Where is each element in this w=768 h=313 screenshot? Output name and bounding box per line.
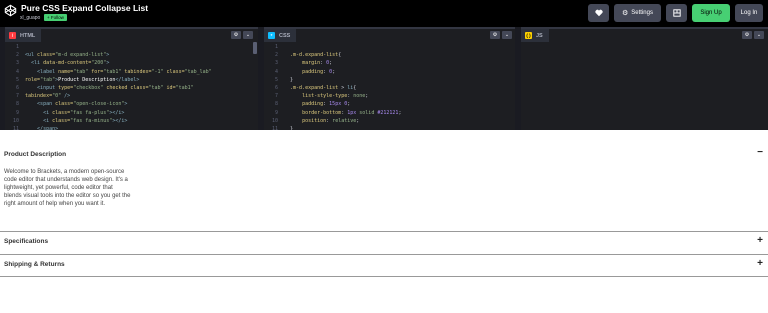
css-tab[interactable]: * CSS — [264, 29, 297, 42]
settings-label: Settings — [631, 10, 653, 16]
js-tab-label: JS — [536, 32, 543, 39]
css-code-lines: .m-d.expand-list{ margin: 0; padding: 0;… — [284, 52, 402, 130]
js-settings-icon[interactable]: ⚙ — [742, 31, 752, 39]
layout-icon — [672, 9, 681, 17]
html-collapse-icon[interactable]: ⌄ — [243, 31, 253, 39]
js-pane-controls: ⚙ ⌄ — [742, 31, 764, 39]
heart-icon — [594, 9, 603, 17]
expand-icon[interactable]: + — [757, 236, 763, 246]
css-collapse-icon[interactable]: ⌄ — [502, 31, 512, 39]
css-pane-controls: ⚙ ⌄ — [490, 31, 512, 39]
accordion-item-specifications[interactable]: Specifications + — [0, 232, 768, 254]
js-pane-header: ( ) JS ⚙ ⌄ — [521, 27, 768, 42]
css-editor-pane[interactable]: * CSS ⚙ ⌄ 1 2 3 4 5 6 7 8 9 10 11 .m-d.expand-list… — [264, 27, 515, 130]
top-bar: Pure CSS Expand Collapse List xl_guapo +… — [0, 0, 768, 27]
css-badge-icon: * — [268, 32, 275, 39]
html-tab-label: HTML — [20, 32, 36, 39]
collapse-icon[interactable]: − — [757, 148, 763, 158]
accordion-title: Specifications — [4, 238, 49, 245]
css-code[interactable]: 1 2 3 4 5 6 7 8 9 10 11 .m-d.expand-list{ margin: … — [264, 42, 515, 130]
author-name[interactable]: xl_guapo — [20, 15, 40, 21]
accordion-content: Welcome to Brackets, a modern open-sourc… — [4, 169, 131, 208]
settings-button[interactable]: ⚙ Settings — [614, 4, 661, 22]
js-code[interactable] — [521, 42, 768, 130]
js-tab[interactable]: ( ) JS — [521, 29, 549, 42]
html-pane-controls: ⚙ ⌄ — [231, 31, 253, 39]
accordion-divider — [0, 276, 768, 277]
html-pane-header: / HTML ⚙ ⌄ — [5, 27, 258, 42]
accordion-item-product-description[interactable]: Product Description − — [0, 140, 768, 160]
accordion-title: Product Description — [4, 151, 67, 158]
html-settings-icon[interactable]: ⚙ — [231, 31, 241, 39]
follow-button[interactable]: + Follow — [44, 14, 67, 21]
accordion-title: Shipping & Returns — [4, 261, 65, 268]
html-code-lines: <ul class="m-d expand-list"> <li data-md… — [25, 52, 212, 130]
css-settings-icon[interactable]: ⚙ — [490, 31, 500, 39]
love-button[interactable] — [588, 4, 609, 22]
expand-icon[interactable]: + — [757, 259, 763, 269]
accordion-item-shipping-returns[interactable]: Shipping & Returns + — [0, 255, 768, 276]
html-scrollbar[interactable] — [253, 42, 257, 54]
js-collapse-icon[interactable]: ⌄ — [754, 31, 764, 39]
html-badge-icon: / — [9, 32, 16, 39]
pen-title[interactable]: Pure CSS Expand Collapse List — [21, 3, 148, 13]
editor-area: / HTML ⚙ ⌄ 1 2 3 4 5 6 7 8 9 10 11 <ul class="m-d … — [0, 27, 768, 130]
change-view-button[interactable] — [666, 4, 687, 22]
html-editor-pane[interactable]: / HTML ⚙ ⌄ 1 2 3 4 5 6 7 8 9 10 11 <ul class="m-d … — [5, 27, 258, 130]
codepen-logo-icon[interactable] — [4, 4, 17, 17]
login-button[interactable]: Log In — [735, 4, 763, 22]
signup-button[interactable]: Sign Up — [692, 4, 730, 22]
html-line-numbers: 1 2 3 4 5 6 7 8 9 10 11 — [12, 44, 19, 130]
css-pane-header: * CSS ⚙ ⌄ — [264, 27, 515, 42]
css-line-numbers: 1 2 3 4 5 6 7 8 9 10 11 — [271, 44, 278, 130]
gear-icon: ⚙ — [622, 10, 629, 17]
html-code[interactable]: 1 2 3 4 5 6 7 8 9 10 11 <ul class="m-d expand-list… — [5, 42, 258, 130]
html-tab[interactable]: / HTML — [5, 29, 42, 42]
js-editor-pane[interactable]: ( ) JS ⚙ ⌄ — [521, 27, 768, 130]
js-badge-icon: ( ) — [525, 32, 532, 39]
css-tab-label: CSS — [279, 32, 291, 39]
